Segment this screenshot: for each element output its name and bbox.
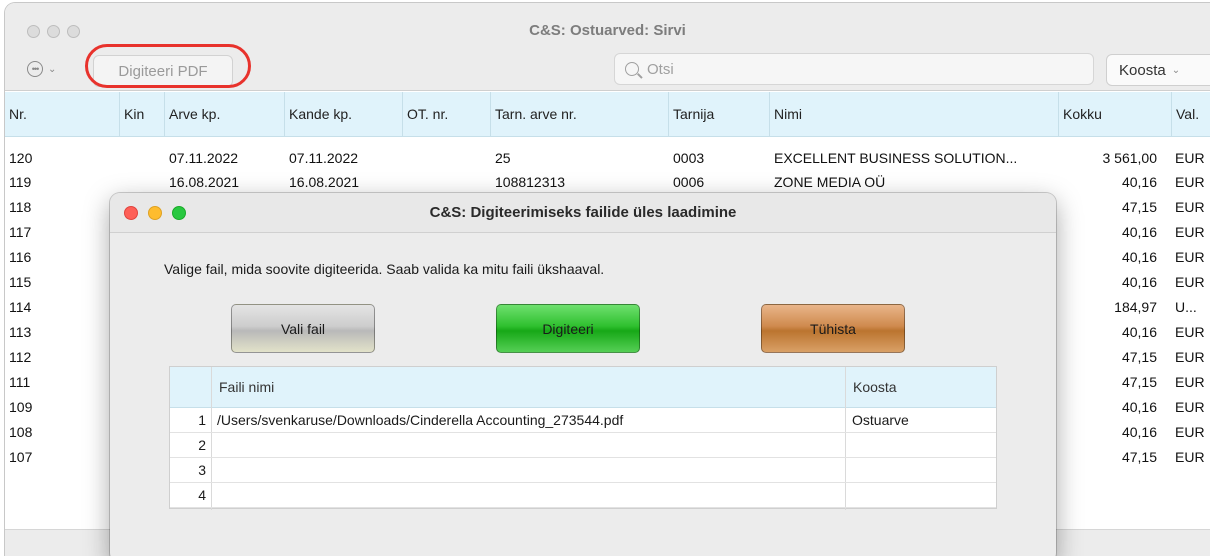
cell-nr: 116 <box>9 249 32 265</box>
file-row-number: 2 <box>198 437 206 453</box>
cell-nr: 115 <box>9 274 32 290</box>
file-row-number: 4 <box>198 487 206 503</box>
column-header-index <box>170 367 211 408</box>
column-header-ot-nr[interactable]: OT. nr. <box>403 92 491 137</box>
column-header-arve-kp[interactable]: Arve kp. <box>165 92 285 137</box>
cell-val: EUR <box>1175 174 1205 190</box>
cell-tarnija: 0003 <box>673 150 705 166</box>
cell-nr: 112 <box>9 349 32 365</box>
cell-tarnija: 0006 <box>673 174 705 190</box>
column-header-nr[interactable]: Nr. <box>5 92 120 137</box>
window-toolbar: C&S: Ostuarved: Sirvi ••• ⌄ Digiteeri PD… <box>5 3 1210 91</box>
cell-val: EUR <box>1175 399 1205 415</box>
column-header-val[interactable]: Val. <box>1172 92 1210 137</box>
window-title: C&S: Ostuarved: Sirvi <box>529 22 686 39</box>
file-row[interactable]: 2 <box>170 433 996 458</box>
column-header-kokku[interactable]: Kokku <box>1059 92 1172 137</box>
search-icon <box>625 62 639 76</box>
cell-nr: 114 <box>9 299 32 315</box>
cell-nimi: ZONE MEDIA OÜ <box>774 174 886 190</box>
more-options-button[interactable]: ••• ⌄ <box>27 55 75 83</box>
file-row[interactable]: 3 <box>170 458 996 483</box>
cell-kokku: 40,16 <box>1121 424 1157 440</box>
chevron-down-icon: ⌄ <box>1171 64 1181 76</box>
dialog-titlebar: C&S: Digiteerimiseks failide üles laadim… <box>110 193 1056 233</box>
cell-val: EUR <box>1175 449 1205 465</box>
file-row[interactable]: 1 /Users/svenkaruse/Downloads/Cinderella… <box>170 408 996 433</box>
koosta-dropdown[interactable]: Koosta ⌄ <box>1106 54 1210 86</box>
cell-nr: 107 <box>9 449 33 465</box>
upload-dialog: C&S: Digiteerimiseks failide üles laadim… <box>110 193 1056 556</box>
cell-nr: 113 <box>9 324 32 340</box>
table-row[interactable]: 120 07.11.2022 07.11.2022 25 0003 EXCELL… <box>5 146 1210 170</box>
cell-kokku: 40,16 <box>1121 274 1157 290</box>
cell-nr: 111 <box>9 374 31 390</box>
cell-val: EUR <box>1175 324 1205 340</box>
file-koosta[interactable]: Ostuarve <box>852 408 992 433</box>
cell-nr: 118 <box>9 199 32 215</box>
cell-kokku: 40,16 <box>1121 324 1157 340</box>
cell-tarn-arve-nr: 25 <box>495 150 511 166</box>
column-header-kande-kp[interactable]: Kande kp. <box>285 92 403 137</box>
cell-kokku: 40,16 <box>1121 224 1157 240</box>
cell-val: EUR <box>1175 349 1205 365</box>
file-row-number: 3 <box>198 462 206 478</box>
cell-nimi: EXCELLENT BUSINESS SOLUTION... <box>774 150 1018 166</box>
cell-nr: 117 <box>9 224 32 240</box>
tuhista-button[interactable]: Tühista <box>761 304 905 353</box>
file-table-header: Faili nimi Koosta <box>170 367 996 408</box>
cell-val: EUR <box>1175 424 1205 440</box>
cell-arve-kp: 16.08.2021 <box>169 174 240 190</box>
digiteeri-button[interactable]: Digiteeri <box>496 304 640 353</box>
column-header-koosta[interactable]: Koosta <box>845 367 995 408</box>
cell-kokku: 40,16 <box>1121 249 1157 265</box>
column-header-faili-nimi[interactable]: Faili nimi <box>211 367 845 408</box>
cell-nr: 109 <box>9 399 33 415</box>
search-input[interactable]: Otsi <box>614 53 1094 85</box>
cell-kokku: 47,15 <box>1121 374 1157 390</box>
cell-arve-kp: 07.11.2022 <box>169 150 239 166</box>
highlight-annotation <box>85 44 251 88</box>
cell-val: EUR <box>1175 150 1205 166</box>
file-table: Faili nimi Koosta 1 /Users/svenkaruse/Do… <box>169 366 997 510</box>
ellipsis-icon: ••• <box>27 61 43 77</box>
cell-val: EUR <box>1175 224 1205 240</box>
cell-val: EUR <box>1175 274 1205 290</box>
search-placeholder: Otsi <box>647 60 674 78</box>
cell-val: U... <box>1175 299 1197 315</box>
cell-nr: 120 <box>9 150 33 166</box>
cell-kokku: 3 561,00 <box>1102 150 1158 166</box>
file-row-number: 1 <box>198 412 206 428</box>
cell-kokku: 47,15 <box>1121 349 1157 365</box>
cell-val: EUR <box>1175 249 1205 265</box>
file-row[interactable]: 4 <box>170 483 996 508</box>
cell-kande-kp: 16.08.2021 <box>289 174 360 190</box>
cell-kokku: 40,16 <box>1121 399 1157 415</box>
cell-tarn-arve-nr: 108812313 <box>495 174 566 190</box>
table-row[interactable]: 119 16.08.2021 16.08.2021 108812313 0006… <box>5 170 1210 194</box>
chevron-down-icon: ⌄ <box>48 63 57 75</box>
koosta-label: Koosta <box>1119 61 1166 79</box>
cell-val: EUR <box>1175 374 1205 390</box>
column-header-nimi[interactable]: Nimi <box>770 92 1059 137</box>
table-header: Nr. Kin Arve kp. Kande kp. OT. nr. Tarn.… <box>5 92 1210 137</box>
cell-kokku: 47,15 <box>1121 449 1157 465</box>
column-header-tarn-arve-nr[interactable]: Tarn. arve nr. <box>491 92 669 137</box>
vali-fail-button[interactable]: Vali fail <box>231 304 375 353</box>
cell-nr: 108 <box>9 424 33 440</box>
cell-kokku: 40,16 <box>1121 174 1157 190</box>
dialog-instruction: Valige fail, mida soovite digiteerida. S… <box>164 261 605 277</box>
column-header-tarnija[interactable]: Tarnija <box>669 92 770 137</box>
file-path[interactable]: /Users/svenkaruse/Downloads/Cinderella A… <box>217 408 837 433</box>
column-header-kin[interactable]: Kin <box>120 92 165 137</box>
cell-kande-kp: 07.11.2022 <box>289 150 359 166</box>
cell-nr: 119 <box>9 174 32 190</box>
cell-kokku: 47,15 <box>1121 199 1157 215</box>
dialog-title: C&S: Digiteerimiseks failide üles laadim… <box>429 204 737 221</box>
cell-val: EUR <box>1175 199 1205 215</box>
cell-kokku: 184,97 <box>1114 299 1157 315</box>
